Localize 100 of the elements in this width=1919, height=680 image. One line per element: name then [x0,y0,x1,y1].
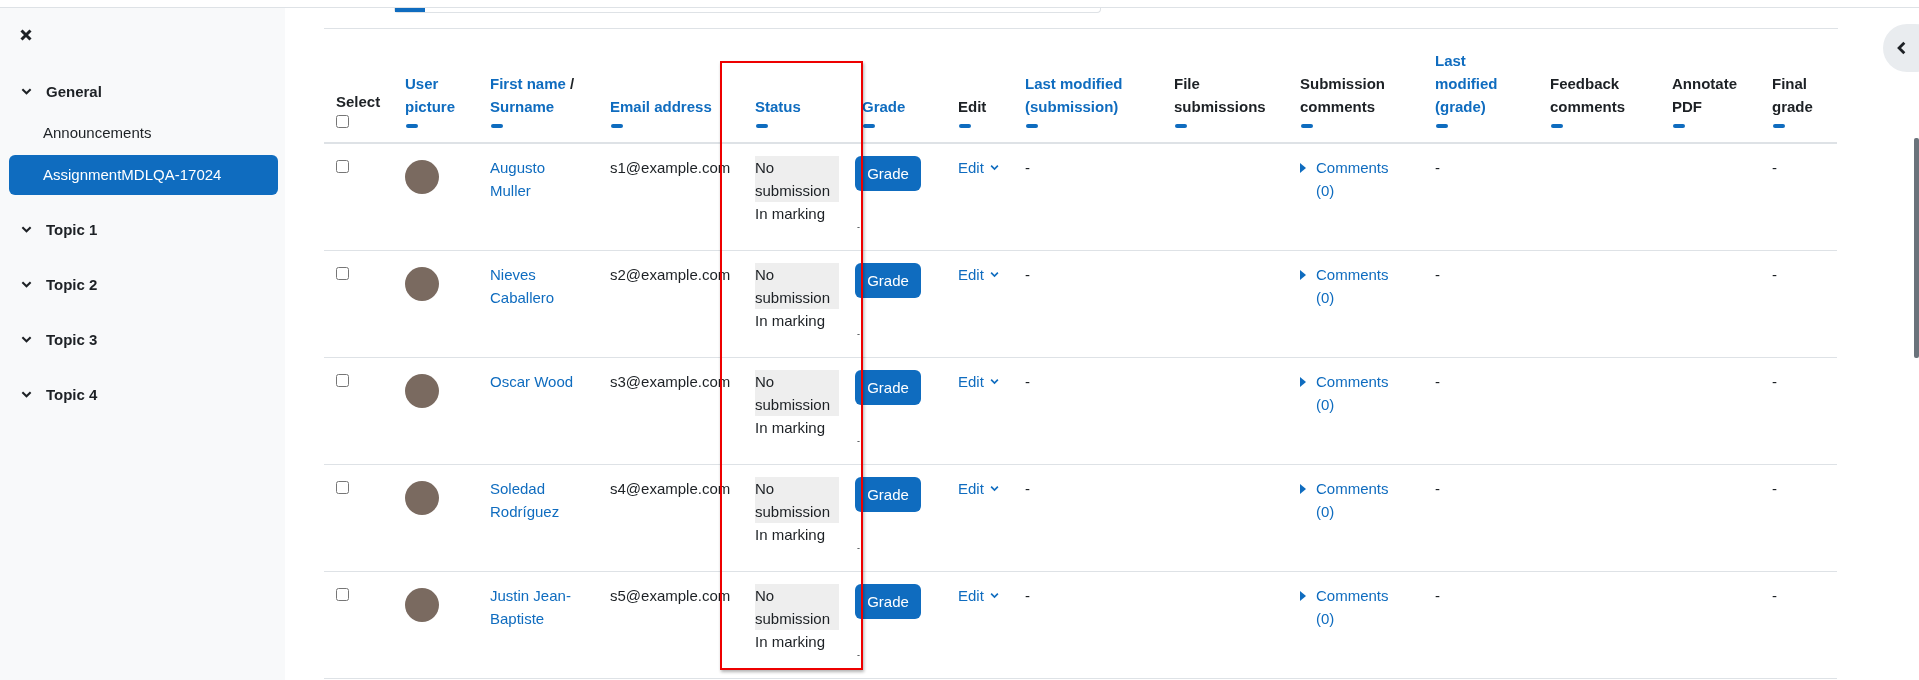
last-modified-text: - [1025,480,1030,497]
scrollbar[interactable] [1911,138,1919,358]
column-sort-link[interactable]: Surname [490,95,555,118]
comments-link[interactable]: Comments (0) [1316,370,1396,416]
grade-value: - [857,330,861,339]
section-title: Topic 4 [46,385,98,403]
section-toggle[interactable]: Topic 2 [21,274,285,294]
column-sort-link[interactable]: Grade [862,95,938,118]
last-modified-text: - [1025,266,1030,283]
student-name-link[interactable]: Justin Jean-Baptiste [490,584,590,630]
sidebar-item[interactable]: AssignmentMDLQA-17024 [9,155,278,195]
comments-link[interactable]: Comments (0) [1316,263,1396,309]
select-all-checkbox[interactable] [336,115,349,128]
final-grade-text: - [1772,266,1777,283]
collapse-column-icon[interactable] [611,124,623,128]
row-checkbox[interactable] [336,160,349,173]
active-page-indicator [395,8,425,12]
student-name-link[interactable]: Soledad Rodríguez [490,477,590,523]
collapse-column-icon[interactable] [959,124,971,128]
comments-link[interactable]: Comments (0) [1316,477,1396,523]
collapse-column-icon[interactable] [1551,124,1563,128]
marking-status: In marking [755,418,827,438]
last-modified-text: - [1435,373,1440,390]
row-checkbox[interactable] [336,374,349,387]
comments-link[interactable]: Comments (0) [1316,156,1396,202]
column-sort-link[interactable]: First name [490,72,566,95]
last-modified-text: - [1025,587,1030,604]
grade-value: - [857,437,861,446]
caret-right-icon [1300,484,1306,494]
collapse-column-icon[interactable] [756,124,768,128]
section-toggle[interactable]: General [21,81,285,101]
grade-value: - [857,544,861,553]
caret-right-icon [1300,591,1306,601]
row-checkbox[interactable] [336,481,349,494]
chevron-down-icon [989,270,999,279]
student-name-link[interactable]: Augusto Muller [490,156,590,202]
student-name-link[interactable]: Nieves Caballero [490,263,590,309]
row-checkbox[interactable] [336,267,349,280]
avatar [405,374,439,408]
marking-status: In marking [755,204,827,224]
last-modified-text: - [1435,266,1440,283]
column-sort-link[interactable]: Email address [610,95,735,118]
close-icon [20,29,32,41]
collapse-column-icon[interactable] [1175,124,1187,128]
column-sort-link[interactable]: Last modified (submission) [1025,72,1154,118]
collapse-column-icon[interactable] [1773,124,1785,128]
marking-status: In marking [755,525,827,545]
collapse-column-icon[interactable] [406,124,418,128]
column-heading: Select [336,92,382,112]
column-sort-link[interactable]: Last modified (grade) [1435,49,1530,118]
edit-menu-link[interactable]: Edit [958,477,999,500]
column-sort-link[interactable]: Status [755,95,842,118]
avatar [405,267,439,301]
submission-status: No submission [755,477,839,523]
section-title: General [46,82,102,100]
last-modified-text: - [1025,159,1030,176]
column-heading: File submissions [1174,74,1267,117]
grade-button[interactable]: Grade [855,477,921,512]
edit-menu-link[interactable]: Edit [958,263,999,286]
grade-button[interactable]: Grade [855,156,921,191]
last-modified-text: - [1435,587,1440,604]
edit-menu-link[interactable]: Edit [958,156,999,179]
section-toggle[interactable]: Topic 3 [21,329,285,349]
column-heading: Submission comments [1300,74,1386,117]
marking-status: In marking [755,632,827,652]
column-heading: / [570,74,575,94]
column-sort-link[interactable]: User picture [405,72,470,118]
grade-button[interactable]: Grade [855,370,921,405]
sidebar-item[interactable]: Announcements [9,113,278,153]
grade-button[interactable]: Grade [855,584,921,619]
section-toggle[interactable]: Topic 4 [21,384,285,404]
grade-value: - [857,223,861,232]
last-modified-text: - [1025,373,1030,390]
section-title: Topic 1 [46,220,98,238]
collapse-column-icon[interactable] [1436,124,1448,128]
grade-button[interactable]: Grade [855,263,921,298]
caret-right-icon [1300,270,1306,280]
column-heading: Annotate PDF [1672,74,1738,117]
student-name-link[interactable]: Oscar Wood [490,370,590,393]
section-title: Topic 3 [46,330,98,348]
avatar [405,481,439,515]
chevron-down-icon [989,484,999,493]
caret-right-icon [1300,377,1306,387]
section-title: Topic 2 [46,275,98,293]
collapse-column-icon[interactable] [491,124,503,128]
column-heading: Edit [958,97,988,117]
section-toggle[interactable]: Topic 1 [21,219,285,239]
edit-menu-link[interactable]: Edit [958,370,999,393]
chevron-down-icon [989,163,999,172]
close-button[interactable] [20,29,32,41]
collapse-column-icon[interactable] [1026,124,1038,128]
submission-status: No submission [755,370,839,416]
collapse-column-icon[interactable] [1673,124,1685,128]
collapse-column-icon[interactable] [863,124,875,128]
edit-menu-link[interactable]: Edit [958,584,999,607]
row-checkbox[interactable] [336,588,349,601]
comments-link[interactable]: Comments (0) [1316,584,1396,630]
final-grade-text: - [1772,480,1777,497]
last-modified-text: - [1435,159,1440,176]
collapse-column-icon[interactable] [1301,124,1313,128]
